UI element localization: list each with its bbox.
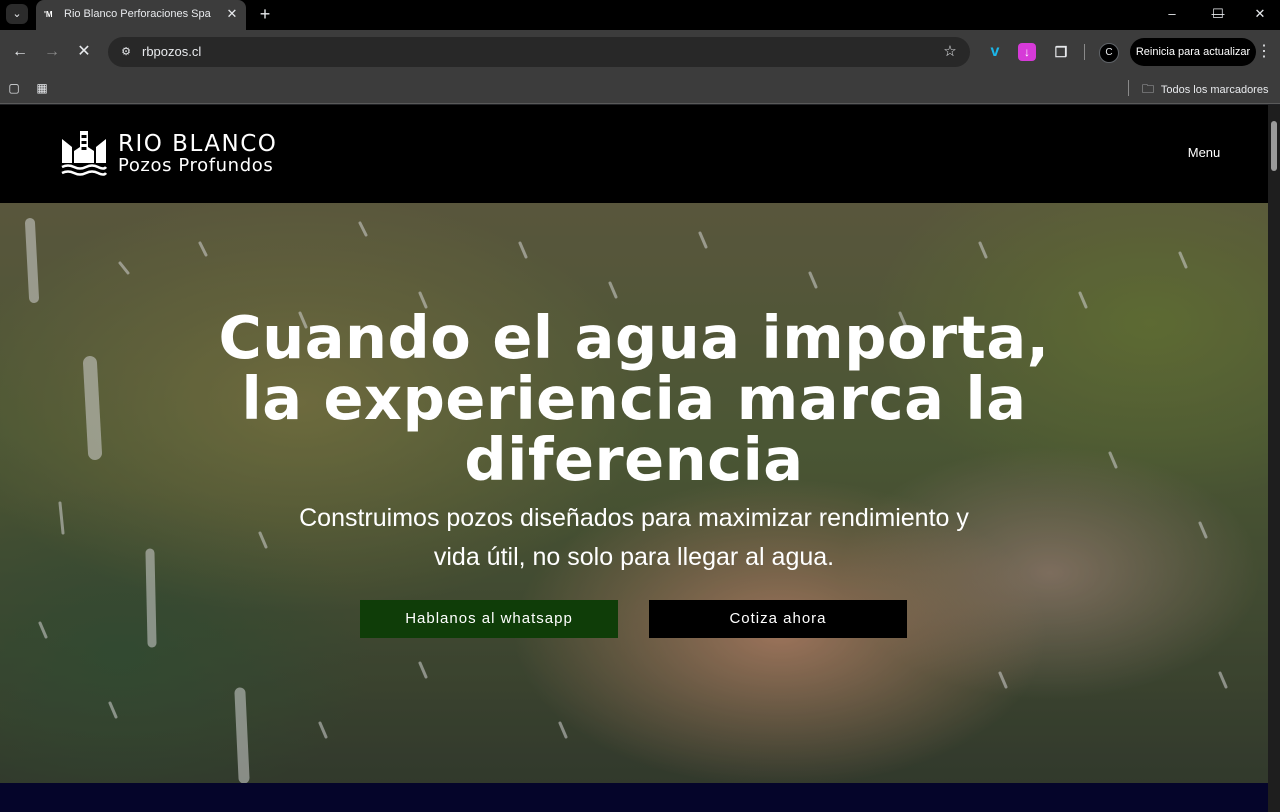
toolbar-divider bbox=[1084, 44, 1085, 60]
restart-update-button[interactable]: Reinicia para actualizar bbox=[1130, 38, 1256, 66]
minimize-icon: – bbox=[1168, 6, 1176, 21]
stop-loading-button[interactable]: ✕ bbox=[72, 40, 96, 64]
hero-section: Cuando el agua importa, la experiencia m… bbox=[0, 203, 1268, 783]
close-window-button[interactable]: ✕ bbox=[1240, 0, 1280, 30]
arrow-right-icon: → bbox=[44, 43, 60, 60]
hero-subtitle: Construimos pozos diseñados para maximiz… bbox=[299, 504, 969, 571]
url-text[interactable]: rbpozos.cl bbox=[142, 44, 201, 60]
back-button[interactable]: ← bbox=[8, 40, 32, 64]
site-header: RIO BLANCO Pozos Profundos Menu bbox=[0, 105, 1268, 203]
download-extension-icon[interactable]: ↓ bbox=[1018, 43, 1036, 61]
browser-toolbar: ← → ✕ ⚙ rbpozos.cl ☆ v ↓ ❒ C Reinicia pa… bbox=[0, 30, 1280, 74]
menu-button[interactable]: Menu bbox=[1178, 143, 1230, 163]
hero-title: Cuando el agua importa, la experiencia m… bbox=[218, 303, 1050, 494]
browser-tab-active[interactable]: 'M Rio Blanco Perforaciones Spa | P ✕ bbox=[36, 0, 246, 30]
site-settings-icon[interactable]: ⚙ bbox=[116, 42, 136, 62]
extensions-puzzle-icon[interactable]: ❒ bbox=[1051, 42, 1071, 62]
vimeo-extension-icon[interactable]: v bbox=[985, 42, 1005, 62]
apps-grid-icon[interactable]: ▦ bbox=[34, 80, 50, 96]
tab-title: Rio Blanco Perforaciones Spa | P bbox=[64, 8, 214, 20]
page-scrollbar[interactable] bbox=[1268, 105, 1280, 812]
chevron-down-icon: ⌄ bbox=[12, 8, 22, 20]
minimize-button-area[interactable]: – bbox=[1152, 0, 1192, 30]
logo-subtitle[interactable]: Pozos Profundos bbox=[118, 155, 273, 177]
tab-group-icon[interactable]: ▢ bbox=[6, 80, 22, 96]
profile-avatar[interactable]: C bbox=[1099, 43, 1119, 63]
logo-name[interactable]: RIO BLANCO bbox=[118, 131, 277, 157]
rio-blanco-logo-icon[interactable] bbox=[60, 129, 108, 177]
tab-strip: ⌄ 'M Rio Blanco Perforaciones Spa | P ✕ … bbox=[0, 0, 1280, 30]
close-icon: ✕ bbox=[77, 43, 91, 60]
address-bar[interactable]: ⚙ rbpozos.cl ☆ bbox=[108, 37, 970, 67]
scrollbar-thumb[interactable] bbox=[1271, 121, 1277, 171]
maximize-icon: ☐ bbox=[1212, 6, 1224, 21]
site-favicon-icon: 'M bbox=[44, 10, 53, 19]
folder-icon: 🗀 bbox=[1142, 82, 1155, 96]
tab-search-button[interactable]: ⌄ bbox=[6, 4, 28, 24]
bookmarks-bar: ▢ ▦ 🗀 Todos los marcadores bbox=[0, 74, 1280, 104]
forward-button[interactable]: → bbox=[40, 40, 64, 64]
bookmarks-divider bbox=[1128, 80, 1129, 96]
plus-icon: + bbox=[259, 4, 271, 24]
maximize-button[interactable]: ☐ bbox=[1198, 0, 1238, 30]
close-icon[interactable]: ✕ bbox=[224, 6, 240, 22]
browser-menu-icon[interactable]: ⋮ bbox=[1256, 40, 1272, 64]
page-viewport: RIO BLANCO Pozos Profundos Menu Cuando e… bbox=[0, 105, 1280, 812]
all-bookmarks-label: Todos los marcadores bbox=[1160, 84, 1269, 96]
bookmark-star-icon[interactable]: ☆ bbox=[940, 42, 960, 62]
all-bookmarks-button[interactable]: 🗀 Todos los marcadores bbox=[1142, 80, 1268, 98]
whatsapp-button[interactable]: Hablanos al whatsapp bbox=[360, 600, 618, 638]
arrow-left-icon: ← bbox=[12, 43, 28, 60]
next-section bbox=[0, 783, 1268, 812]
quote-button[interactable]: Cotiza ahora bbox=[649, 600, 907, 638]
close-icon: ✕ bbox=[1254, 6, 1266, 21]
new-tab-button[interactable]: + bbox=[254, 3, 276, 25]
